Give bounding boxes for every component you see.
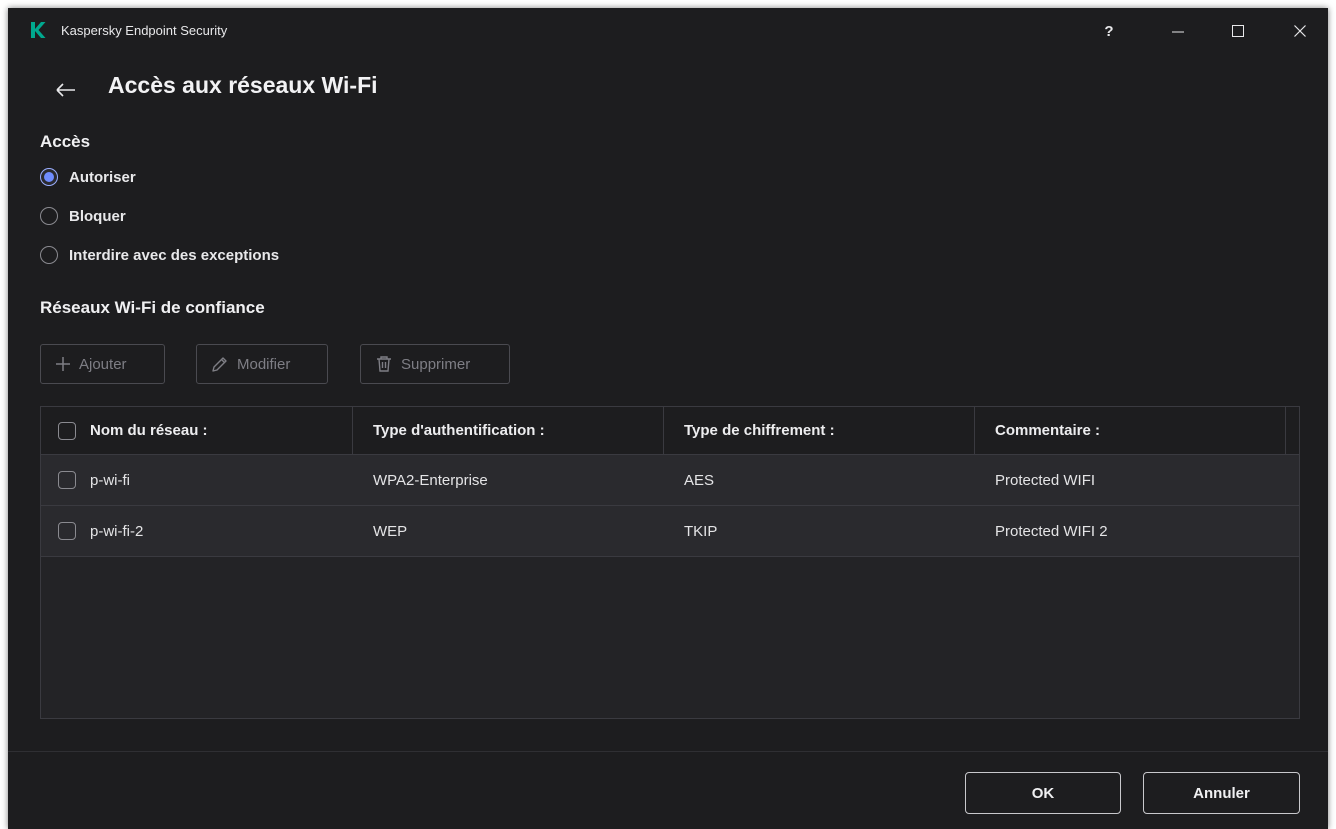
comment-cell: Protected WIFI bbox=[995, 471, 1096, 489]
column-divider[interactable] bbox=[1285, 407, 1286, 454]
delete-button[interactable]: Supprimer bbox=[360, 344, 510, 384]
table-row[interactable]: p-wi-fi WPA2-Enterprise AES Protected WI… bbox=[41, 455, 1299, 506]
radio-block[interactable]: Bloquer bbox=[40, 205, 126, 227]
edit-button[interactable]: Modifier bbox=[196, 344, 328, 384]
access-section-title: Accès bbox=[40, 132, 91, 151]
auth-type-cell: WEP bbox=[373, 522, 408, 540]
trusted-networks-title: Réseaux Wi-Fi de confiance bbox=[40, 298, 265, 317]
trusted-networks-table: Nom du réseau : Type d'authentification … bbox=[40, 406, 1300, 719]
pencil-icon bbox=[212, 357, 227, 372]
trash-icon bbox=[377, 356, 391, 372]
comment-cell: Protected WIFI 2 bbox=[995, 522, 1108, 540]
encryption-type-cell: AES bbox=[684, 471, 715, 489]
close-button[interactable] bbox=[1280, 16, 1320, 46]
radio-button-checked[interactable] bbox=[40, 168, 58, 186]
footer-divider bbox=[8, 751, 1328, 752]
app-title: Kaspersky Endpoint Security bbox=[61, 23, 228, 38]
column-header-network-name[interactable]: Nom du réseau : bbox=[58, 407, 350, 454]
maximize-button[interactable] bbox=[1218, 16, 1258, 46]
radio-label: Bloquer bbox=[69, 207, 126, 225]
edit-button-label: Modifier bbox=[237, 355, 291, 373]
page-title: Accès aux réseaux Wi-Fi bbox=[108, 72, 378, 98]
column-divider[interactable] bbox=[663, 407, 664, 454]
minimize-button[interactable] bbox=[1158, 16, 1198, 46]
select-all-checkbox[interactable] bbox=[58, 421, 76, 440]
add-button[interactable]: Ajouter bbox=[40, 344, 165, 384]
add-button-label: Ajouter bbox=[79, 355, 127, 373]
row-cell-name: p-wi-fi-2 bbox=[58, 506, 143, 556]
encryption-type-cell: TKIP bbox=[684, 522, 718, 540]
network-name: p-wi-fi-2 bbox=[90, 522, 144, 540]
row-cell-name: p-wi-fi bbox=[58, 455, 130, 505]
back-button[interactable] bbox=[52, 76, 80, 104]
row-checkbox[interactable] bbox=[58, 522, 76, 540]
radio-deny-with-exceptions[interactable]: Interdire avec des exceptions bbox=[40, 244, 279, 266]
delete-button-label: Supprimer bbox=[401, 355, 471, 373]
row-checkbox[interactable] bbox=[58, 471, 76, 489]
ok-button[interactable]: OK bbox=[965, 772, 1121, 814]
table-row[interactable]: p-wi-fi-2 WEP TKIP Protected WIFI 2 bbox=[41, 506, 1299, 557]
column-header-comment[interactable]: Commentaire : bbox=[995, 407, 1283, 454]
radio-label: Interdire avec des exceptions bbox=[69, 246, 280, 264]
radio-label: Autoriser bbox=[69, 168, 136, 186]
auth-type-cell: WPA2-Enterprise bbox=[373, 471, 488, 489]
network-name: p-wi-fi bbox=[90, 471, 130, 489]
column-divider[interactable] bbox=[974, 407, 975, 454]
plus-icon bbox=[56, 357, 70, 371]
maximize-icon bbox=[1232, 25, 1244, 37]
column-header-encryption-type[interactable]: Type de chiffrement : bbox=[684, 407, 974, 454]
back-arrow-icon bbox=[56, 83, 75, 97]
help-button[interactable]: ? bbox=[1089, 16, 1129, 46]
column-divider[interactable] bbox=[352, 407, 353, 454]
title-bar: Kaspersky Endpoint Security ? bbox=[8, 8, 1328, 52]
radio-button[interactable] bbox=[40, 246, 58, 264]
kaspersky-logo-icon bbox=[30, 21, 46, 39]
minimize-icon bbox=[1172, 31, 1184, 33]
app-window: Kaspersky Endpoint Security ? Accès aux … bbox=[8, 8, 1328, 829]
radio-allow[interactable]: Autoriser bbox=[40, 166, 136, 188]
column-label: Nom du réseau : bbox=[90, 422, 208, 439]
cancel-button[interactable]: Annuler bbox=[1143, 772, 1300, 814]
radio-button[interactable] bbox=[40, 207, 58, 225]
close-icon bbox=[1294, 25, 1306, 37]
table-header: Nom du réseau : Type d'authentification … bbox=[41, 407, 1299, 455]
column-header-auth-type[interactable]: Type d'authentification : bbox=[373, 407, 663, 454]
